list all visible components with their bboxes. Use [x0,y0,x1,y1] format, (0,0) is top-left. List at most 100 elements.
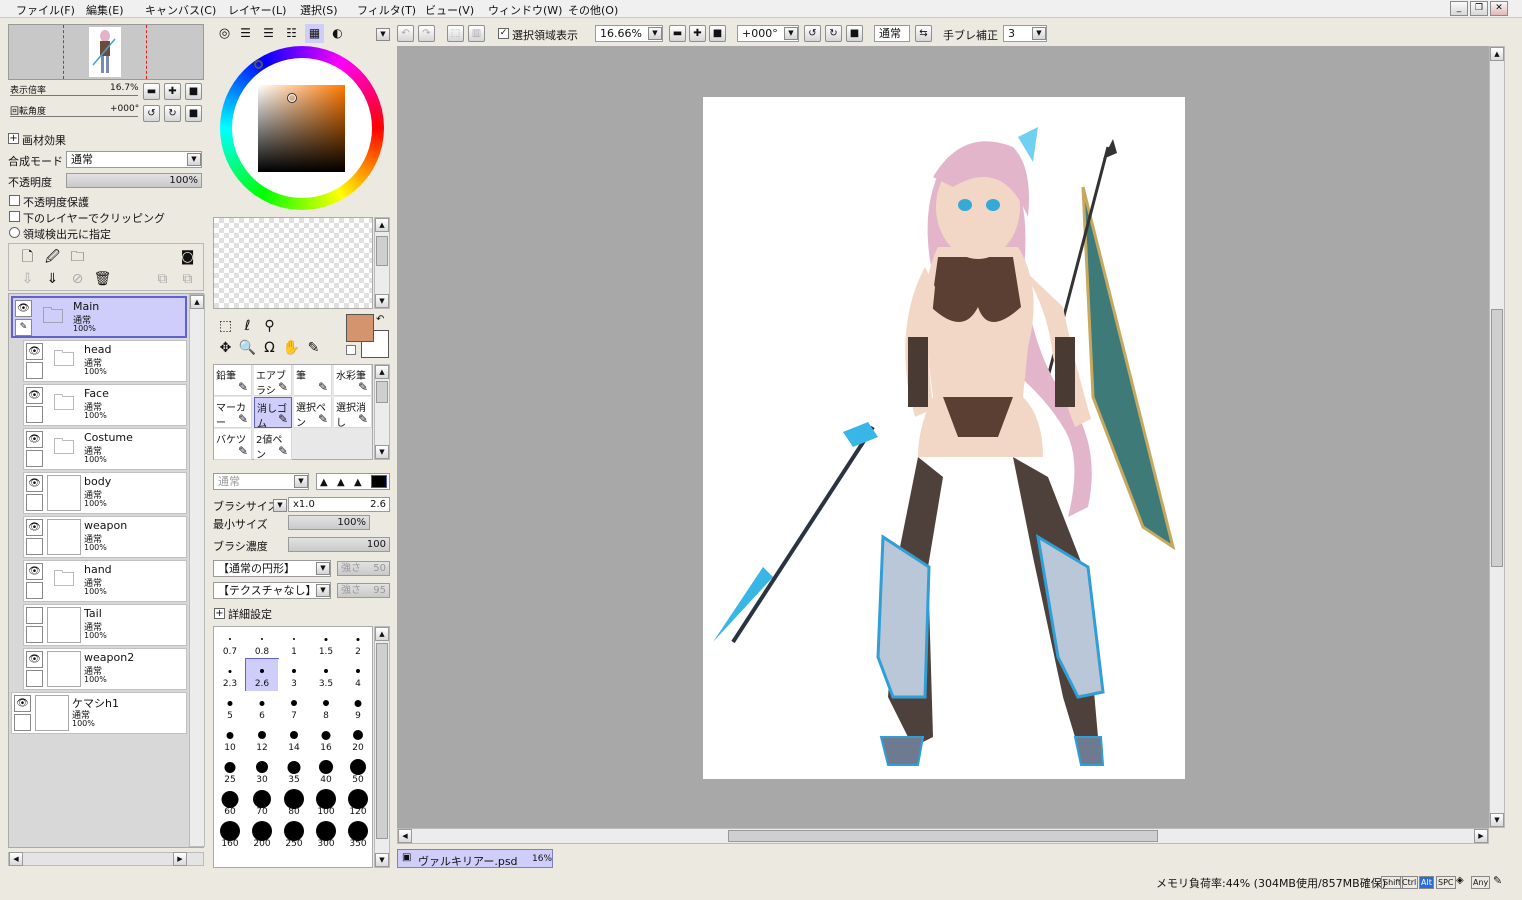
hue-handle[interactable] [254,60,263,69]
layer-row[interactable]: 👁 🗀 Costume 通常 100% [23,428,187,470]
brush-tool-item[interactable]: 水彩筆 ✎ [334,365,372,396]
minimize-button[interactable]: _ [1450,1,1468,16]
rotate-left-button[interactable]: ↺ [143,105,160,122]
close-button[interactable]: ✕ [1490,1,1508,16]
zoom-out-button[interactable]: ▬ [669,25,686,42]
edge-mid-icon[interactable]: ▲ [337,477,345,488]
gradient-tab-icon[interactable]: ☷ [282,24,301,43]
brush-shape-select[interactable]: 【通常の円形】 [213,560,331,577]
layer-select-checkbox[interactable] [26,494,43,511]
angle-slider[interactable] [10,116,138,117]
scroll-down-button[interactable]: ▼ [1490,813,1504,827]
edge-hard-icon[interactable]: ▲ [320,477,328,488]
scroll-up-button[interactable]: ▲ [190,295,204,309]
undo-button[interactable]: ↶ [397,25,414,42]
rotate-right-button[interactable]: ↻ [825,25,842,42]
visibility-eye-icon[interactable]: 👁 [26,431,43,448]
chevron-down-icon[interactable]: ▼ [1032,27,1046,40]
zoom-reset-button[interactable]: ■ [185,83,202,100]
color-wheel-tab-icon[interactable]: ◎ [215,24,234,43]
scroll-up-button[interactable]: ▲ [375,365,389,379]
menu-layer[interactable]: レイヤー(L) [228,2,286,18]
brush-size-preset[interactable]: 4 [342,659,372,691]
canvas-hscrollbar[interactable]: ◀ ▶ [397,828,1489,844]
rect-select-icon[interactable]: ⬚ [216,317,235,336]
layer-select-checkbox[interactable] [26,626,43,643]
layer-select-checkbox[interactable] [14,714,31,731]
menu-select[interactable]: 選択(S) [300,2,338,18]
layer-scrollbar[interactable]: ▲ [189,294,205,847]
layer-select-checkbox[interactable]: ✎ [15,319,32,336]
brush-tool-item[interactable]: バケツ ✎ [214,429,252,460]
flip-mode-select[interactable]: 通常 [874,25,910,42]
maximize-button[interactable]: ❐ [1470,1,1488,16]
zoom-out-button[interactable]: ▬ [143,83,160,100]
swap-colors-icon[interactable]: ↶ [376,314,384,325]
eyedropper-icon[interactable]: ✎ [304,339,323,358]
visibility-eye-icon[interactable]: 👁 [26,343,43,360]
sv-handle[interactable] [287,93,297,103]
swatch-area[interactable] [213,217,373,309]
layer-select-checkbox[interactable] [26,362,43,379]
brush-size-preset[interactable]: 25 [214,755,246,787]
deselect-button[interactable]: ⬚ [447,25,464,42]
zoom-slider[interactable] [10,95,138,96]
brush-size-preset[interactable]: 35 [278,755,310,787]
paste-layer-icon[interactable]: ⧉ [178,270,197,289]
scroll-left-button[interactable]: ◀ [9,852,23,866]
layer-row[interactable]: 👁 weapon2 通常 100% [23,648,187,690]
source-radio[interactable] [9,227,20,238]
brush-tool-item[interactable]: 鉛筆 ✎ [214,365,252,396]
scroll-thumb[interactable] [376,643,388,839]
hsv-slider-tab-icon[interactable]: ☰ [259,24,278,43]
delete-layer-icon[interactable]: 🗑 [93,270,112,289]
chevron-down-icon[interactable]: ▼ [784,27,798,40]
brush-size-preset[interactable]: 1.5 [310,627,342,659]
scroll-up-button[interactable]: ▲ [375,218,389,232]
layer-row[interactable]: 👁 🗀 hand 通常 100% [23,560,187,602]
zoom-in-button[interactable]: ✚ [689,25,706,42]
scroll-down-button[interactable]: ▼ [375,294,389,308]
layer-row[interactable]: 👁 🗀 Face 通常 100% [23,384,187,426]
layer-hscrollbar[interactable]: ◀ ▶ [8,852,204,866]
brush-size-preset[interactable]: 2.6 [245,658,279,692]
layer-row[interactable]: 👁 🗀 head 通常 100% [23,340,187,382]
layer-select-checkbox[interactable] [26,582,43,599]
brush-size-preset[interactable]: 6 [246,691,278,723]
brush-size-preset[interactable]: 2.3 [214,659,246,691]
visibility-eye-icon[interactable] [26,607,43,624]
brush-tool-item[interactable]: 選択消し ✎ [334,397,372,429]
zoom-reset-button[interactable]: ■ [709,25,726,42]
move-icon[interactable]: ✥ [216,339,235,358]
layer-row[interactable]: 👁 ✎ 🗀 Main 通常 100% [11,296,187,338]
foreground-color-swatch[interactable] [346,314,374,342]
layer-row[interactable]: 👁 body 通常 100% [23,472,187,514]
new-linework-icon[interactable]: 🖉 [43,248,62,267]
zoom-icon[interactable]: 🔍 [238,339,257,358]
scroll-down-button[interactable]: ▼ [375,445,389,459]
brush-size-preset[interactable]: 3.5 [310,659,342,691]
rotate-reset-button[interactable]: ■ [185,105,202,122]
brush-size-preset[interactable]: 2 [342,627,372,659]
scroll-thumb[interactable] [376,236,388,266]
brush-size-preset[interactable]: 5 [214,691,246,723]
brush-size-preset[interactable]: 120 [342,787,372,819]
brush-size-preset[interactable]: 20 [342,723,372,755]
merge-down-icon[interactable]: ⇓ [43,270,62,289]
document-tab[interactable]: ▣ ヴァルキリアー.psd 16% [397,849,553,868]
brush-size-slider[interactable]: x1.0 2.6 [288,497,390,512]
chevron-down-icon[interactable]: ▼ [648,27,662,40]
layer-select-checkbox[interactable] [26,450,43,467]
new-folder-icon[interactable]: 🗀 [68,248,87,267]
brush-size-preset[interactable]: 14 [278,723,310,755]
canvas-document[interactable] [703,97,1185,779]
swatch-tab-icon[interactable]: ▦ [305,24,324,43]
canvas-viewport[interactable] [397,46,1489,828]
brush-size-preset[interactable]: 7 [278,691,310,723]
transparent-color-icon[interactable] [346,345,356,355]
brush-tool-item[interactable]: 消しゴム ✎ [254,397,292,430]
zoom-in-button[interactable]: ✚ [164,83,181,100]
menu-window[interactable]: ウィンドウ(W) [488,2,562,18]
brush-size-preset[interactable]: 8 [310,691,342,723]
lasso-icon[interactable]: ℓ [238,317,257,336]
